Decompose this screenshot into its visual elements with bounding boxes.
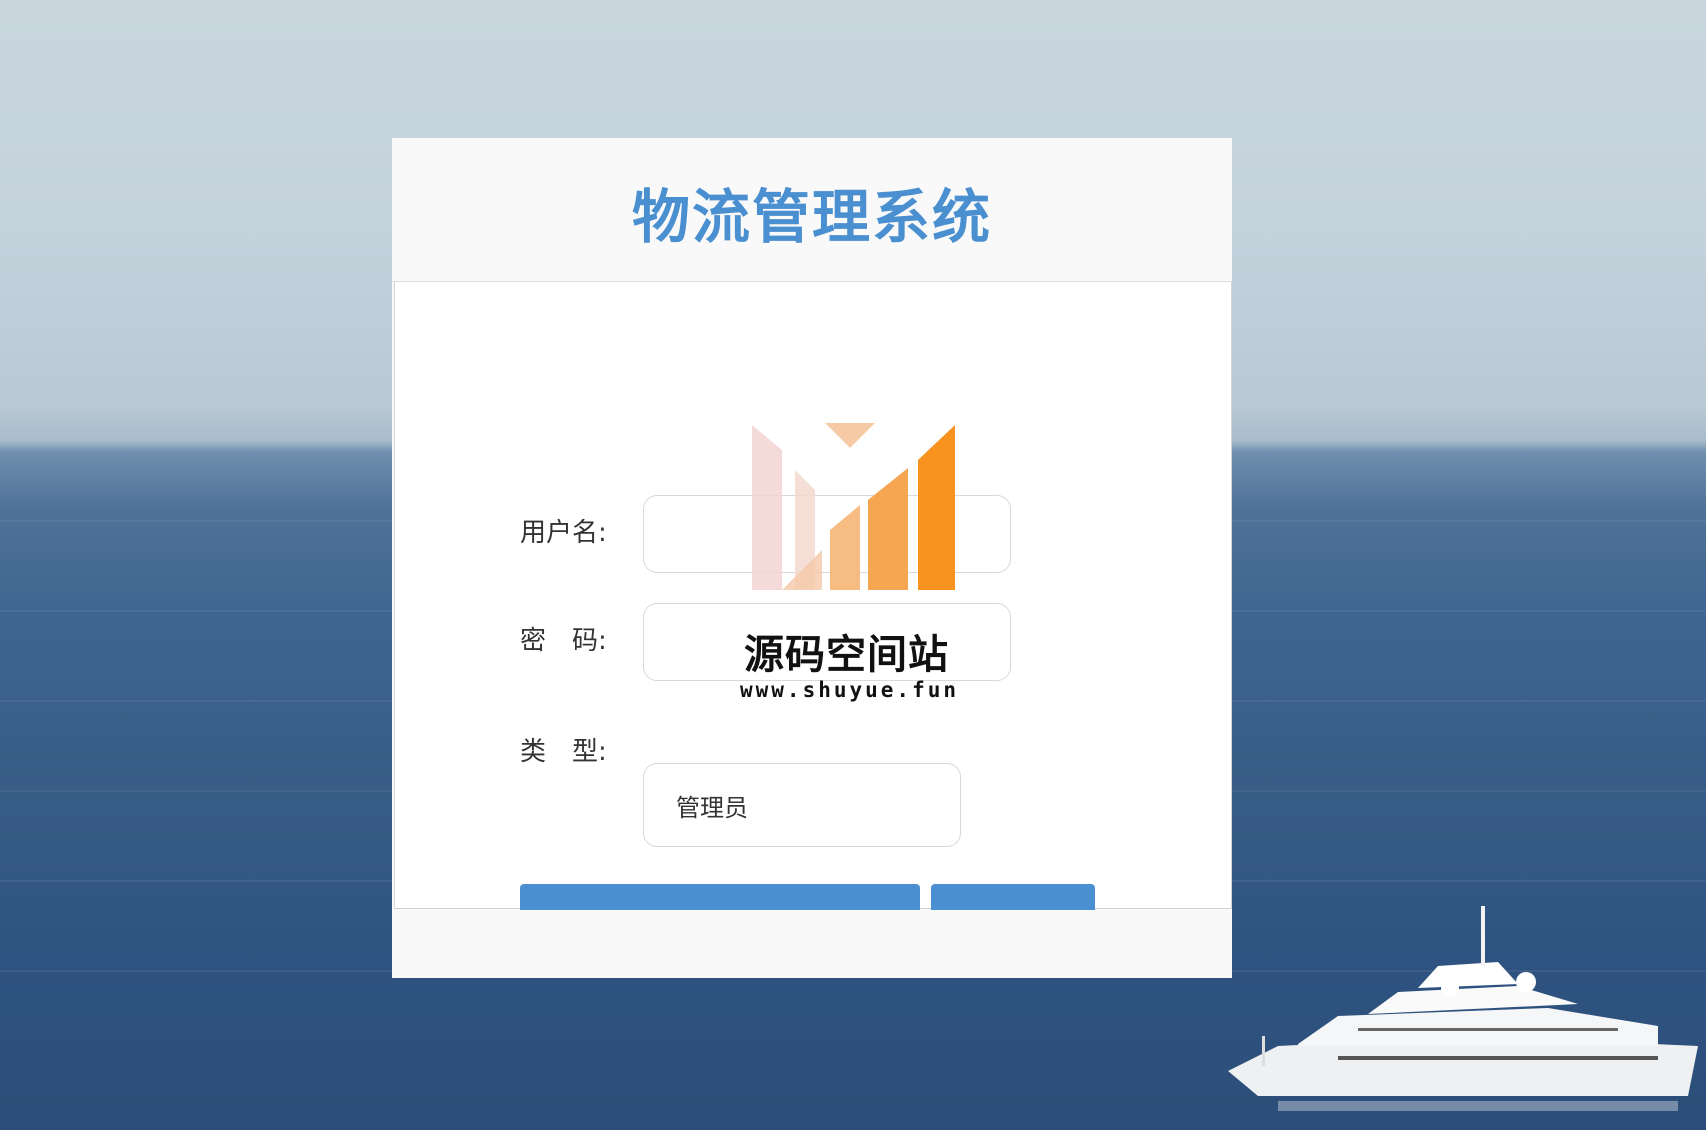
yacht-image (1228, 906, 1698, 1111)
watermark-text: 源码空间站 (744, 632, 949, 678)
type-select-value: 管理员 (676, 793, 748, 822)
username-label: 用户名: (520, 518, 607, 548)
panel-footer (392, 910, 1232, 978)
password-label: 密 码: (520, 626, 607, 656)
panel-header: 物流管理系统 (392, 138, 1232, 282)
type-label: 类 型: (520, 737, 607, 767)
app-title: 物流管理系统 (631, 182, 992, 251)
watermark-url: www.shuyue.fun (740, 678, 960, 702)
type-select[interactable]: 管理员 (643, 763, 961, 847)
